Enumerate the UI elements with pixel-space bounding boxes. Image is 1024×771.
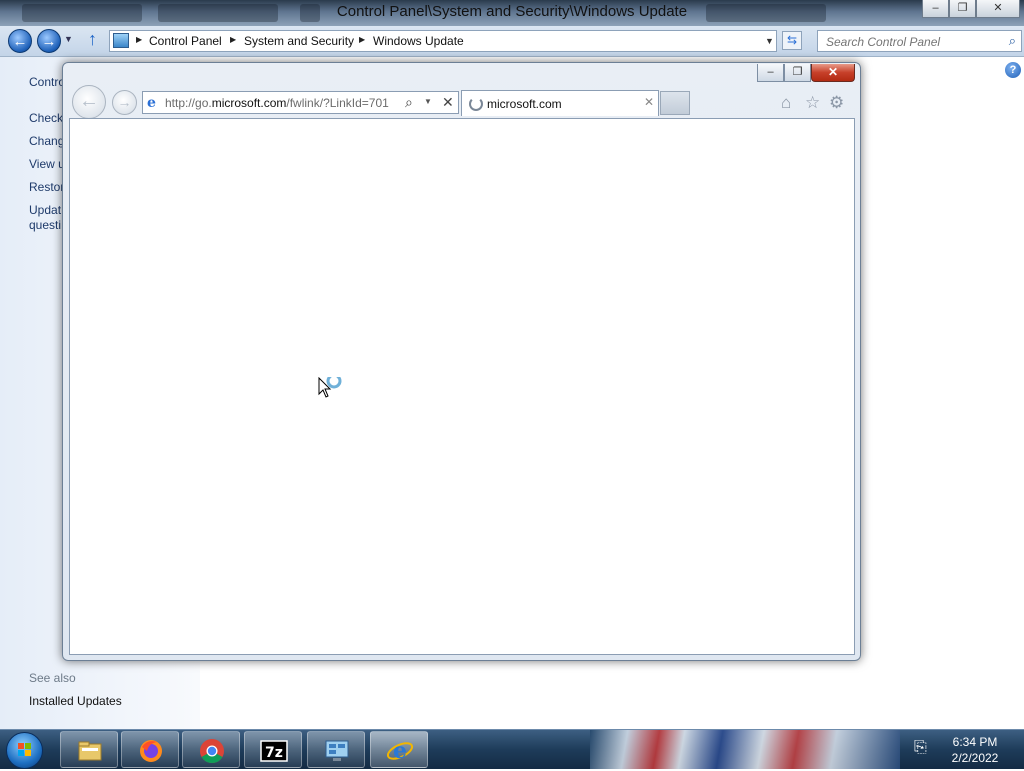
taskbar-explorer-button[interactable] <box>60 731 118 768</box>
ie-close-button[interactable]: ✕ <box>811 64 855 82</box>
ie-stop-icon[interactable]: ✕ <box>442 94 454 111</box>
ie-new-tab-button[interactable] <box>660 91 690 115</box>
ie-tab[interactable]: microsoft.com ✕ <box>461 90 659 116</box>
ie-page-icon: e <box>147 95 156 111</box>
taskbar: 7z e ⎘ 6:34 PM 2/2/2022 <box>0 729 1024 769</box>
installed-updates-link[interactable]: Installed Updates <box>29 694 122 708</box>
help-icon[interactable]: ? <box>1005 62 1021 78</box>
taskbar-ie-button[interactable]: e <box>370 731 428 768</box>
up-arrow-icon[interactable]: ↑ <box>88 29 97 50</box>
ie-tab-title: microsoft.com <box>487 97 562 111</box>
ie-search-icon[interactable]: ⌕ <box>405 94 413 111</box>
internet-explorer-window: – ❐ ✕ ← → e http://go.microsoft.com/fwli… <box>62 62 861 661</box>
breadcrumb-arrow-icon[interactable]: ▶ <box>359 35 365 44</box>
folder-icon <box>78 741 102 761</box>
busy-cursor-icon <box>318 373 342 398</box>
internet-explorer-icon: e <box>386 738 414 764</box>
ie-address-bar[interactable]: e http://go.microsoft.com/fwlink/?LinkId… <box>142 91 459 114</box>
breadcrumb-control-panel[interactable]: Control Panel <box>149 34 222 48</box>
search-box[interactable]: ⌕ <box>817 30 1022 52</box>
taskbar-chrome-button[interactable] <box>182 731 240 768</box>
firefox-icon <box>140 740 162 762</box>
network-icon[interactable]: ⎘ <box>914 739 927 757</box>
forward-button[interactable]: → <box>37 29 61 53</box>
favorites-star-icon[interactable]: ☆ <box>805 93 820 113</box>
control-panel-titlebar: Control Panel\System and Security\Window… <box>0 0 1024 26</box>
ie-url-text[interactable]: http://go.microsoft.com/fwlink/?LinkId=7… <box>165 96 389 110</box>
system-clock[interactable]: 6:34 PM 2/2/2022 <box>940 734 1010 766</box>
svg-text:e: e <box>393 738 407 764</box>
search-icon[interactable]: ⌕ <box>1009 33 1016 49</box>
breadcrumb-windows-update[interactable]: Windows Update <box>373 34 464 48</box>
breadcrumb-arrow-icon[interactable]: ▶ <box>136 35 142 44</box>
ie-page-content[interactable] <box>69 118 855 655</box>
clock-time: 6:34 PM <box>952 735 998 749</box>
ie-address-dropdown-icon[interactable]: ▼ <box>424 97 432 106</box>
taskbar-7zip-button[interactable]: 7z <box>244 731 302 768</box>
sidebar-link-change-settings[interactable]: Chang <box>29 134 64 148</box>
search-input[interactable] <box>824 32 1003 52</box>
clock-date: 2/2/2022 <box>951 751 999 765</box>
taskbar-control-panel-button[interactable] <box>307 731 365 768</box>
start-button[interactable] <box>6 732 43 769</box>
control-panel-icon <box>325 740 349 761</box>
control-panel-icon <box>113 33 129 48</box>
address-dropdown-icon[interactable]: ▼ <box>765 36 774 46</box>
sidebar-link-updates-faq[interactable]: Updat <box>29 203 61 217</box>
window-title: Control Panel\System and Security\Window… <box>336 3 688 20</box>
desktop-wallpaper-strip <box>590 730 900 769</box>
control-panel-navbar: ← → ▼ ↑ ▶ Control Panel ▶ System and Sec… <box>0 26 1024 57</box>
windows-logo-icon <box>18 743 31 756</box>
back-button[interactable]: ← <box>8 29 32 53</box>
sidebar-link-view-history[interactable]: View u <box>29 157 65 171</box>
chrome-icon <box>200 739 224 764</box>
recent-pages-chevron-icon[interactable]: ▼ <box>64 34 73 44</box>
sidebar-link-check-updates[interactable]: Check <box>29 111 63 125</box>
home-icon[interactable]: ⌂ <box>781 93 791 113</box>
sidebar-link-control-panel-home[interactable]: Contro <box>29 75 65 89</box>
svg-text:7z: 7z <box>265 745 283 761</box>
sidebar-link-restore-hidden[interactable]: Restor <box>29 180 64 194</box>
ie-minimize-button[interactable]: – <box>757 64 784 82</box>
7zip-icon: 7z <box>260 740 288 762</box>
minimize-button[interactable]: – <box>922 0 949 18</box>
ie-tab-close-icon[interactable]: ✕ <box>644 95 654 109</box>
see-also-heading: See also <box>29 671 76 685</box>
loading-spinner-icon <box>469 97 483 111</box>
refresh-icon[interactable]: ⇆ <box>782 31 802 50</box>
maximize-button[interactable]: ❐ <box>949 0 976 18</box>
address-bar[interactable]: ▶ Control Panel ▶ System and Security ▶ … <box>109 30 777 52</box>
breadcrumb-arrow-icon[interactable]: ▶ <box>230 35 236 44</box>
ie-forward-button[interactable]: → <box>112 90 137 115</box>
taskbar-firefox-button[interactable] <box>121 731 179 768</box>
breadcrumb-system-security[interactable]: System and Security <box>244 34 354 48</box>
ie-back-button[interactable]: ← <box>72 85 106 119</box>
ie-maximize-button[interactable]: ❐ <box>784 64 811 82</box>
settings-gear-icon[interactable]: ⚙ <box>829 93 844 113</box>
sidebar-link-updates-faq-line2[interactable]: questi <box>29 218 61 232</box>
close-button[interactable]: ✕ <box>976 0 1020 18</box>
